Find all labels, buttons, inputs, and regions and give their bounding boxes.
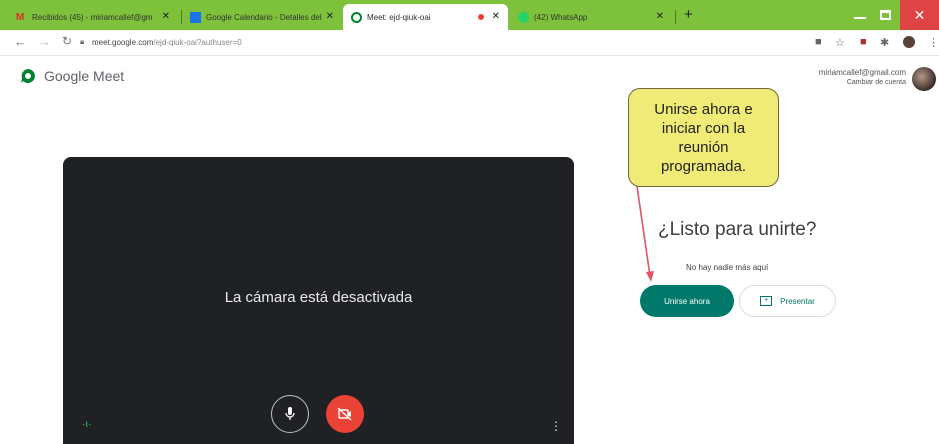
annotation-callout: Unirse ahora e iniciar con la reunión pr…	[628, 88, 779, 187]
ready-title: ¿Listo para unirte?	[658, 219, 817, 240]
join-now-button[interactable]: Unirse ahora	[640, 285, 734, 317]
present-label: Presentar	[780, 296, 815, 306]
present-button[interactable]: + Presentar	[739, 285, 836, 317]
join-now-label: Unirse ahora	[664, 296, 710, 306]
participants-status: No hay nadie más aquí	[686, 263, 769, 272]
callout-text: Unirse ahora e iniciar con la reunión pr…	[654, 100, 753, 175]
present-screen-icon: +	[760, 296, 773, 306]
